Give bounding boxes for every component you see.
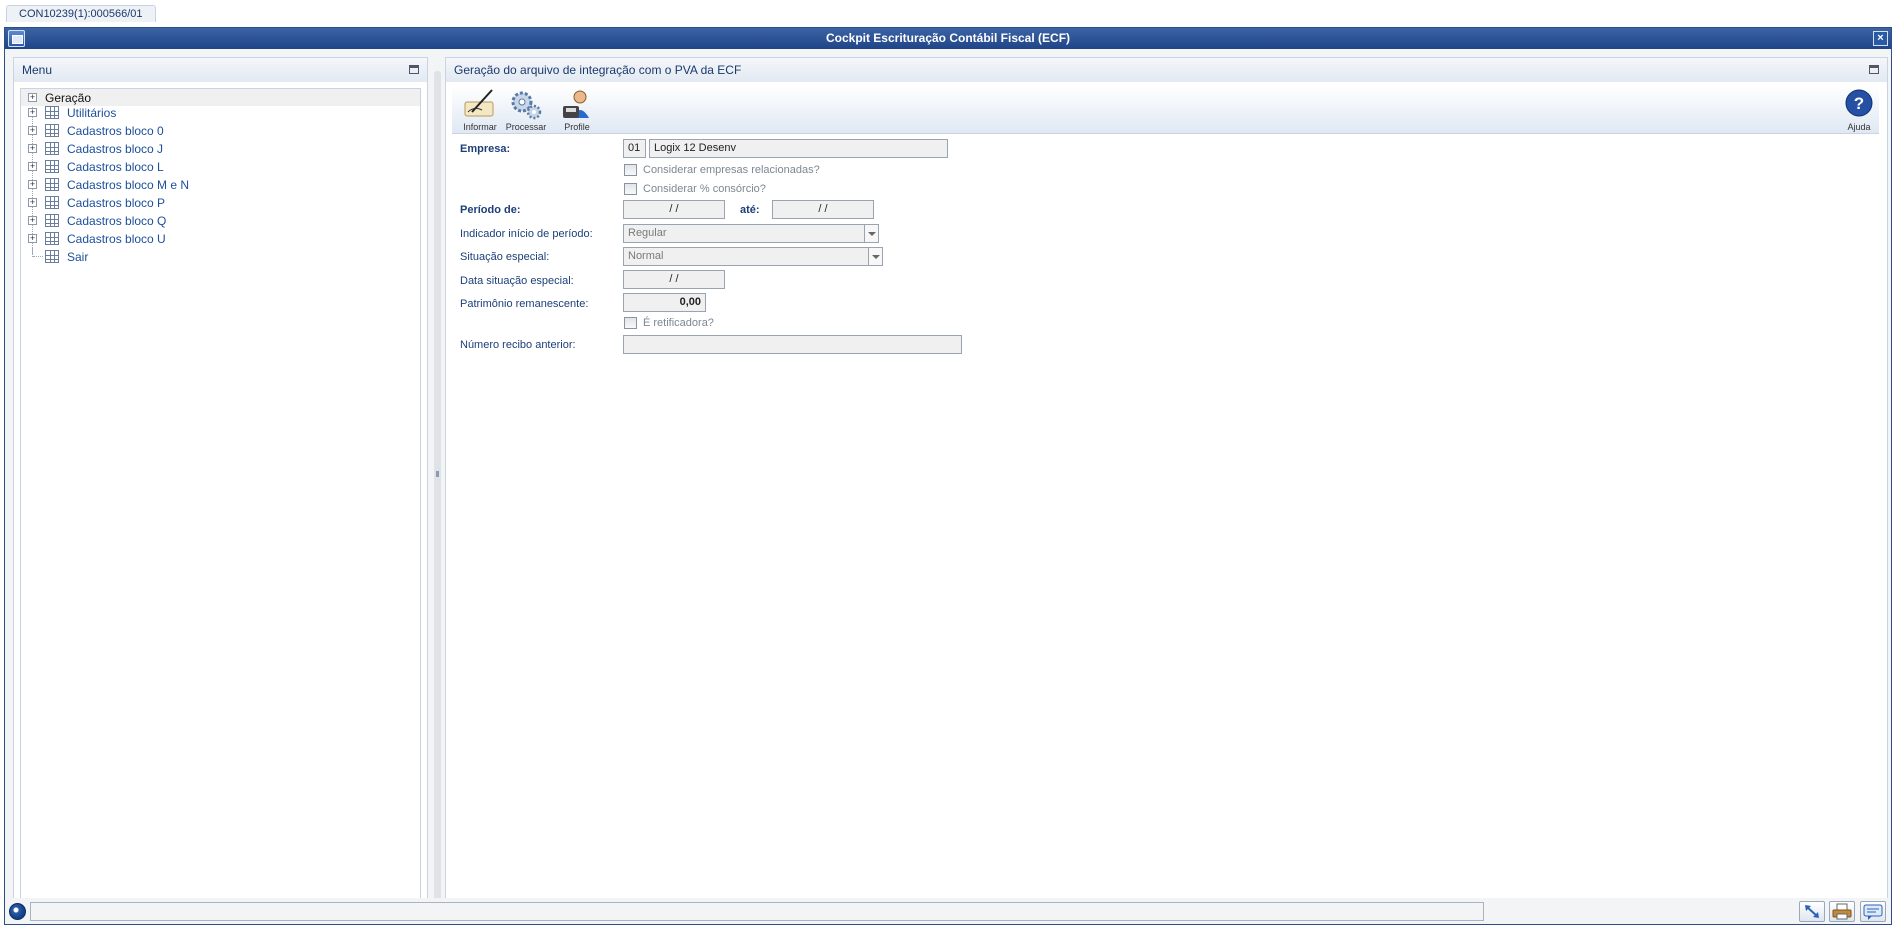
menu-panel-title: Menu (22, 63, 53, 77)
indicador-value: Regular (628, 227, 667, 239)
menu-item-label: Cadastros bloco J (67, 142, 164, 156)
status-bar (5, 898, 1891, 924)
considerar-consorcio-checkbox[interactable] (624, 183, 637, 195)
informar-button[interactable]: Informar (458, 88, 502, 132)
menu-panel: Menu + Geração + Utilitários + Cadastros… (13, 57, 428, 914)
gears-icon (511, 91, 542, 120)
situacao-label: Situação especial: (460, 251, 550, 263)
patrimonio-label: Patrimônio remanescente: (460, 298, 589, 310)
toolbar: Informar Processar Profile ? Ajuda (452, 86, 1879, 134)
profile-icon (563, 90, 589, 118)
expand-icon[interactable]: + (28, 198, 37, 207)
minimize-icon[interactable] (409, 65, 419, 74)
expand-icon[interactable]: + (28, 216, 37, 225)
menu-item-label: Cadastros bloco M e N (67, 178, 190, 192)
expand-icon[interactable]: + (28, 162, 37, 171)
grid-icon (45, 106, 59, 119)
considerar-consorcio-label: Considerar % consórcio? (643, 183, 766, 195)
cockpit-window: Cockpit Escrituração Contábil Fiscal (EC… (4, 27, 1892, 925)
svg-text:?: ? (1854, 94, 1864, 113)
tree-connector (33, 256, 43, 257)
processar-label: Processar (505, 122, 547, 132)
periodo-de-field[interactable]: / / (623, 200, 725, 219)
menu-tree: + Geração + Utilitários + Cadastros bloc… (20, 88, 421, 907)
empresa-code-field[interactable]: 01 (623, 139, 646, 158)
patrimonio-field[interactable]: 0,00 (623, 293, 706, 312)
messages-button[interactable] (1860, 901, 1886, 922)
grid-icon (45, 250, 59, 263)
chevron-down-icon[interactable] (864, 225, 878, 242)
menu-item-label: Cadastros bloco Q (67, 214, 167, 228)
resize-arrows-icon (1805, 905, 1819, 918)
menu-item-label: Cadastros bloco 0 (67, 124, 164, 138)
expand-icon[interactable]: + (28, 126, 37, 135)
informar-icon (464, 89, 494, 117)
generation-form: Empresa: 01 Logix 12 Desenv Considerar e… (452, 134, 1879, 909)
processar-button[interactable]: Processar (504, 88, 548, 132)
help-icon: ? (1845, 89, 1873, 117)
profile-button[interactable]: Profile (555, 88, 599, 132)
grid-icon (45, 124, 59, 137)
data-situacao-label: Data situação especial: (460, 275, 574, 287)
empresa-label: Empresa: (460, 143, 511, 155)
grid-icon (45, 196, 59, 209)
ajuda-button[interactable]: ? Ajuda (1837, 88, 1881, 132)
resize-button[interactable] (1799, 901, 1825, 922)
expand-icon[interactable]: + (28, 93, 37, 102)
message-icon (1863, 904, 1883, 920)
grid-icon (45, 232, 59, 245)
main-panel-header: Geração do arquivo de integração com o P… (446, 58, 1887, 82)
ate-field[interactable]: / / (772, 200, 874, 219)
indicador-label: Indicador início de período: (460, 228, 593, 240)
expand-icon[interactable]: + (28, 144, 37, 153)
minimize-icon[interactable] (1869, 65, 1879, 74)
grid-icon (45, 160, 59, 173)
window-titlebar: Cockpit Escrituração Contábil Fiscal (EC… (5, 28, 1891, 49)
main-panel-title: Geração do arquivo de integração com o P… (454, 63, 742, 77)
informar-label: Informar (463, 122, 497, 132)
recibo-label: Número recibo anterior: (460, 339, 576, 351)
retificadora-label: É retificadora? (643, 317, 714, 329)
menu-item-label: Cadastros bloco L (67, 160, 164, 174)
main-panel: Geração do arquivo de integração com o P… (445, 57, 1888, 914)
window-icon[interactable] (8, 30, 25, 47)
recibo-field[interactable] (623, 335, 962, 354)
indicador-select[interactable]: Regular (623, 224, 879, 243)
considerar-empresas-label: Considerar empresas relacionadas? (643, 164, 820, 176)
grid-icon (45, 214, 59, 227)
close-icon[interactable]: × (1873, 31, 1888, 46)
situacao-value: Normal (628, 250, 664, 262)
expand-icon[interactable]: + (28, 234, 37, 243)
chevron-down-icon[interactable] (868, 248, 882, 265)
printer-icon (1832, 903, 1852, 920)
situacao-select[interactable]: Normal (623, 247, 883, 266)
program-tab[interactable]: CON10239(1):000566/01 (6, 5, 156, 22)
grid-icon (45, 142, 59, 155)
globe-icon[interactable] (9, 903, 26, 920)
menu-item-label: Cadastros bloco P (67, 196, 166, 210)
panel-splitter[interactable] (434, 71, 441, 902)
periodo-de-label: Período de: (460, 204, 521, 216)
ate-label: até: (740, 204, 760, 216)
status-message-field (30, 902, 1484, 921)
menu-item-label: Sair (67, 250, 89, 264)
considerar-empresas-checkbox[interactable] (624, 164, 637, 176)
menu-panel-header: Menu (14, 58, 427, 82)
profile-label: Profile (564, 122, 590, 132)
grid-icon (45, 178, 59, 191)
empresa-name-field[interactable]: Logix 12 Desenv (649, 139, 948, 158)
expand-icon[interactable]: + (28, 180, 37, 189)
data-situacao-field[interactable]: / / (623, 270, 725, 289)
window-title: Cockpit Escrituração Contábil Fiscal (EC… (825, 31, 1071, 45)
tab-strip: CON10239(1):000566/01 (0, 0, 1896, 22)
expand-icon[interactable]: + (28, 108, 37, 117)
ajuda-label: Ajuda (1847, 122, 1871, 132)
menu-item-label: Cadastros bloco U (67, 232, 166, 246)
menu-item-label: Utilitários (67, 106, 117, 120)
print-button[interactable] (1829, 901, 1855, 922)
retificadora-checkbox[interactable] (624, 317, 637, 329)
